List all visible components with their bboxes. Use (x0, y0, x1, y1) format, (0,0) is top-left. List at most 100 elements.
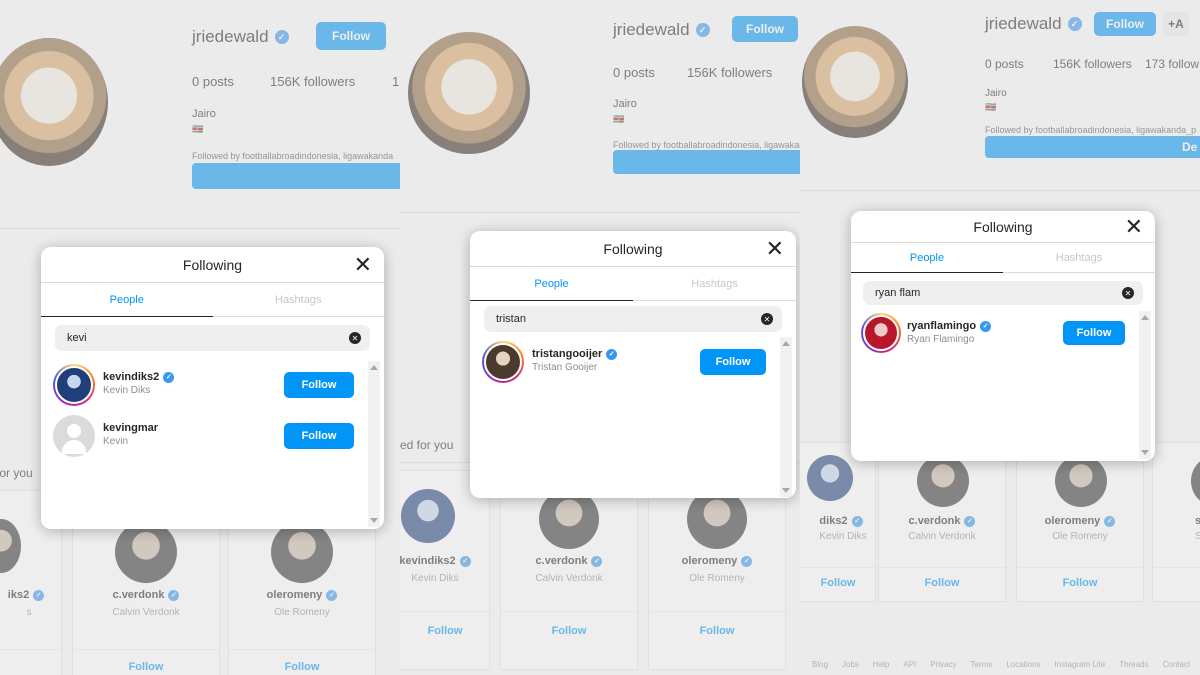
followed-by[interactable]: Followed by footballabroadindonesia, lig… (613, 140, 800, 150)
clear-search-icon[interactable]: ✕ (349, 332, 361, 344)
verified-icon: ✓ (163, 371, 175, 383)
profile-action-bar[interactable] (985, 136, 1200, 158)
close-icon[interactable]: ✕ (766, 237, 784, 261)
list-item[interactable]: ryanflamingo ✓ Ryan Flamingo Follow (861, 311, 1125, 357)
verified-icon: ✓ (964, 515, 976, 527)
profile-follow-button[interactable]: Follow (732, 16, 798, 42)
follow-button[interactable]: Follow (700, 349, 766, 375)
footer-link[interactable]: Help (873, 660, 889, 669)
clear-search-icon[interactable]: ✕ (761, 313, 773, 325)
result-username[interactable]: tristangooijer ✓ (532, 348, 618, 360)
divider (400, 212, 800, 213)
footer-link[interactable]: Blog (812, 660, 828, 669)
followed-by[interactable]: Followed by footballabroadindonesia, lig… (985, 125, 1196, 135)
card-divider (1153, 567, 1200, 568)
profile-follow-button[interactable]: Follow (1094, 12, 1156, 36)
tab-hashtags[interactable]: Hashtags (633, 267, 796, 301)
profile-bio: 🇸🇷 (613, 114, 625, 124)
card-follow-button[interactable]: Follow (1017, 577, 1143, 589)
list-item[interactable]: tristangooijer ✓ Tristan Gooijer Follow (482, 339, 766, 385)
card-follow-button[interactable]: Follow (73, 661, 219, 673)
tab-hashtags[interactable]: Hashtags (213, 283, 385, 317)
footer-link[interactable]: Jobs (842, 660, 859, 669)
followers-count[interactable]: 156K followers (687, 65, 772, 80)
result-username[interactable]: ryanflamingo ✓ (907, 320, 992, 332)
profile-action-bar[interactable] (613, 150, 800, 174)
card-divider (400, 611, 489, 612)
card-avatar (1055, 455, 1107, 507)
result-username[interactable]: kevindiks2 ✓ (103, 371, 175, 383)
card-follow-button[interactable]: Follow (800, 577, 875, 589)
profile-follow-button[interactable]: Follow (316, 22, 386, 50)
card-avatar (1191, 455, 1200, 507)
scrollbar[interactable] (780, 337, 792, 497)
tab-people[interactable]: People (41, 283, 213, 317)
result-username[interactable]: kevingmar (103, 422, 158, 434)
card-username: c.verdonk ✓ (73, 589, 219, 601)
card-follow-button[interactable]: Follow (501, 625, 637, 637)
verified-icon: ✓ (1104, 515, 1116, 527)
follow-button[interactable]: Follow (284, 423, 354, 449)
divider (800, 190, 1200, 191)
modal-tabs: People Hashtags (41, 283, 384, 317)
suggest-more-button[interactable]: +A (1162, 12, 1190, 36)
footer-link[interactable]: Locations (1006, 660, 1040, 669)
clear-search-icon[interactable]: ✕ (1122, 287, 1134, 299)
suggestion-card: s.pa Shay (1152, 442, 1200, 602)
list-item[interactable]: kevingmar Kevin Follow (53, 413, 354, 459)
footer-link[interactable]: Terms (971, 660, 993, 669)
profile-username: jriedewald ✓ (613, 20, 710, 40)
card-follow-button[interactable]: Follow (649, 625, 785, 637)
footer-link[interactable]: Contact (1163, 660, 1191, 669)
card-follow-button[interactable]: Follow (229, 661, 375, 673)
message-button[interactable]: De (1182, 136, 1200, 158)
verified-icon: ✓ (1067, 17, 1082, 31)
profile-bio: 🇸🇷 (192, 124, 204, 134)
profile-action-bar[interactable] (192, 163, 400, 189)
card-username: diks2 ✓ (800, 515, 875, 527)
scrollbar[interactable] (368, 361, 380, 527)
footer-link[interactable]: Threads (1119, 660, 1148, 669)
follow-button[interactable]: Follow (284, 372, 354, 398)
modal-tabs: People Hashtags (470, 267, 796, 301)
suggestion-card: c.verdonk ✓ Calvin Verdonk Follow (878, 442, 1006, 602)
followed-by[interactable]: Followed by footballabroadindonesia, lig… (192, 151, 393, 161)
posts-count: 0 posts (192, 74, 234, 89)
card-divider (1017, 567, 1143, 568)
verified-icon: ✓ (851, 515, 863, 527)
profile-avatar (408, 32, 530, 154)
card-follow-button[interactable]: Follow (879, 577, 1005, 589)
following-count[interactable]: 173 follow (1145, 57, 1199, 71)
following-modal: Following ✕ People Hashtags ✕ ryanflamin… (851, 211, 1155, 461)
following-count[interactable]: 17 (392, 74, 400, 89)
card-avatar (687, 489, 747, 549)
tab-people[interactable]: People (470, 267, 633, 301)
result-fullname: Tristan Gooijer (532, 362, 598, 373)
search-input[interactable] (863, 281, 1143, 305)
footer-link[interactable]: Privacy (930, 660, 956, 669)
verified-icon: ✓ (326, 589, 338, 601)
screenshot-panel-2: jriedewald ✓ Follow 0 posts 156K followe… (400, 0, 800, 675)
suggestion-card: oleromeny ✓ Ole Romeny Follow (648, 470, 786, 670)
card-username: s.pa (1195, 515, 1200, 527)
search-input[interactable] (484, 306, 782, 332)
card-follow-button[interactable]: Follow (400, 625, 489, 637)
result-fullname: Kevin Diks (103, 385, 151, 396)
footer-link[interactable]: API (903, 660, 916, 669)
follow-button[interactable]: Follow (1063, 321, 1125, 345)
tab-hashtags[interactable]: Hashtags (1003, 243, 1155, 273)
close-icon[interactable]: ✕ (354, 253, 372, 277)
close-icon[interactable]: ✕ (1125, 215, 1143, 239)
avatar (53, 364, 95, 406)
followers-count[interactable]: 156K followers (1053, 57, 1132, 71)
divider (0, 228, 400, 229)
card-fullname: Ole Romeny (689, 573, 745, 584)
list-item[interactable]: kevindiks2 ✓ Kevin Diks Follow (53, 362, 354, 408)
footer-link[interactable]: Instagram Lite (1055, 660, 1106, 669)
scrollbar[interactable] (1139, 311, 1151, 459)
search-input[interactable] (55, 325, 370, 351)
card-avatar (271, 521, 333, 583)
followers-count[interactable]: 156K followers (270, 74, 355, 89)
search-bar: ✕ (863, 281, 1143, 305)
tab-people[interactable]: People (851, 243, 1003, 273)
